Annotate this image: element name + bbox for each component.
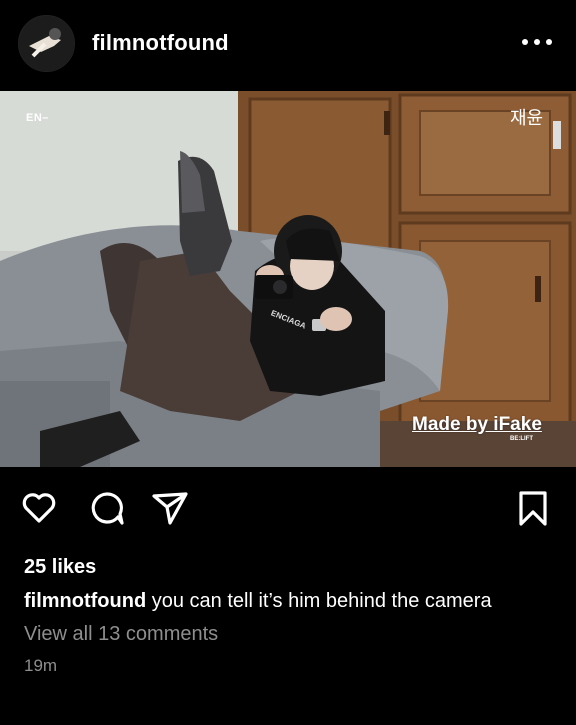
watermark-text: Made by iFake	[412, 414, 542, 435]
view-comments-link[interactable]: View all 13 comments	[24, 623, 218, 646]
post-timestamp: 19m	[24, 656, 58, 675]
like-count[interactable]: 25 likes	[24, 556, 96, 579]
caption-username[interactable]: filmnotfound	[24, 590, 146, 612]
comment-icon[interactable]	[87, 488, 127, 528]
avatar[interactable]	[18, 15, 75, 72]
avatar-image	[19, 16, 74, 71]
caption-text: you can tell it’s him behind the camera	[151, 590, 492, 612]
signature-text: 재윤	[510, 108, 544, 129]
post-photo[interactable]: EN– 재윤 ENCIAGA Made by iFake BE:LIFT	[0, 91, 576, 467]
action-bar	[0, 486, 576, 532]
send-icon[interactable]	[150, 488, 190, 528]
photo-illustration	[0, 91, 576, 467]
heart-icon[interactable]	[20, 488, 58, 528]
post-username[interactable]: filmnotfound	[92, 30, 229, 56]
more-options-icon[interactable]	[522, 30, 552, 54]
watermark-subtext: BE:LIFT	[510, 436, 533, 442]
caption: filmnotfound you can tell it’s him behin…	[24, 590, 492, 613]
bookmark-icon[interactable]	[515, 488, 551, 528]
brand-logo-text: EN–	[26, 112, 49, 124]
post-header: filmnotfound	[0, 0, 576, 90]
